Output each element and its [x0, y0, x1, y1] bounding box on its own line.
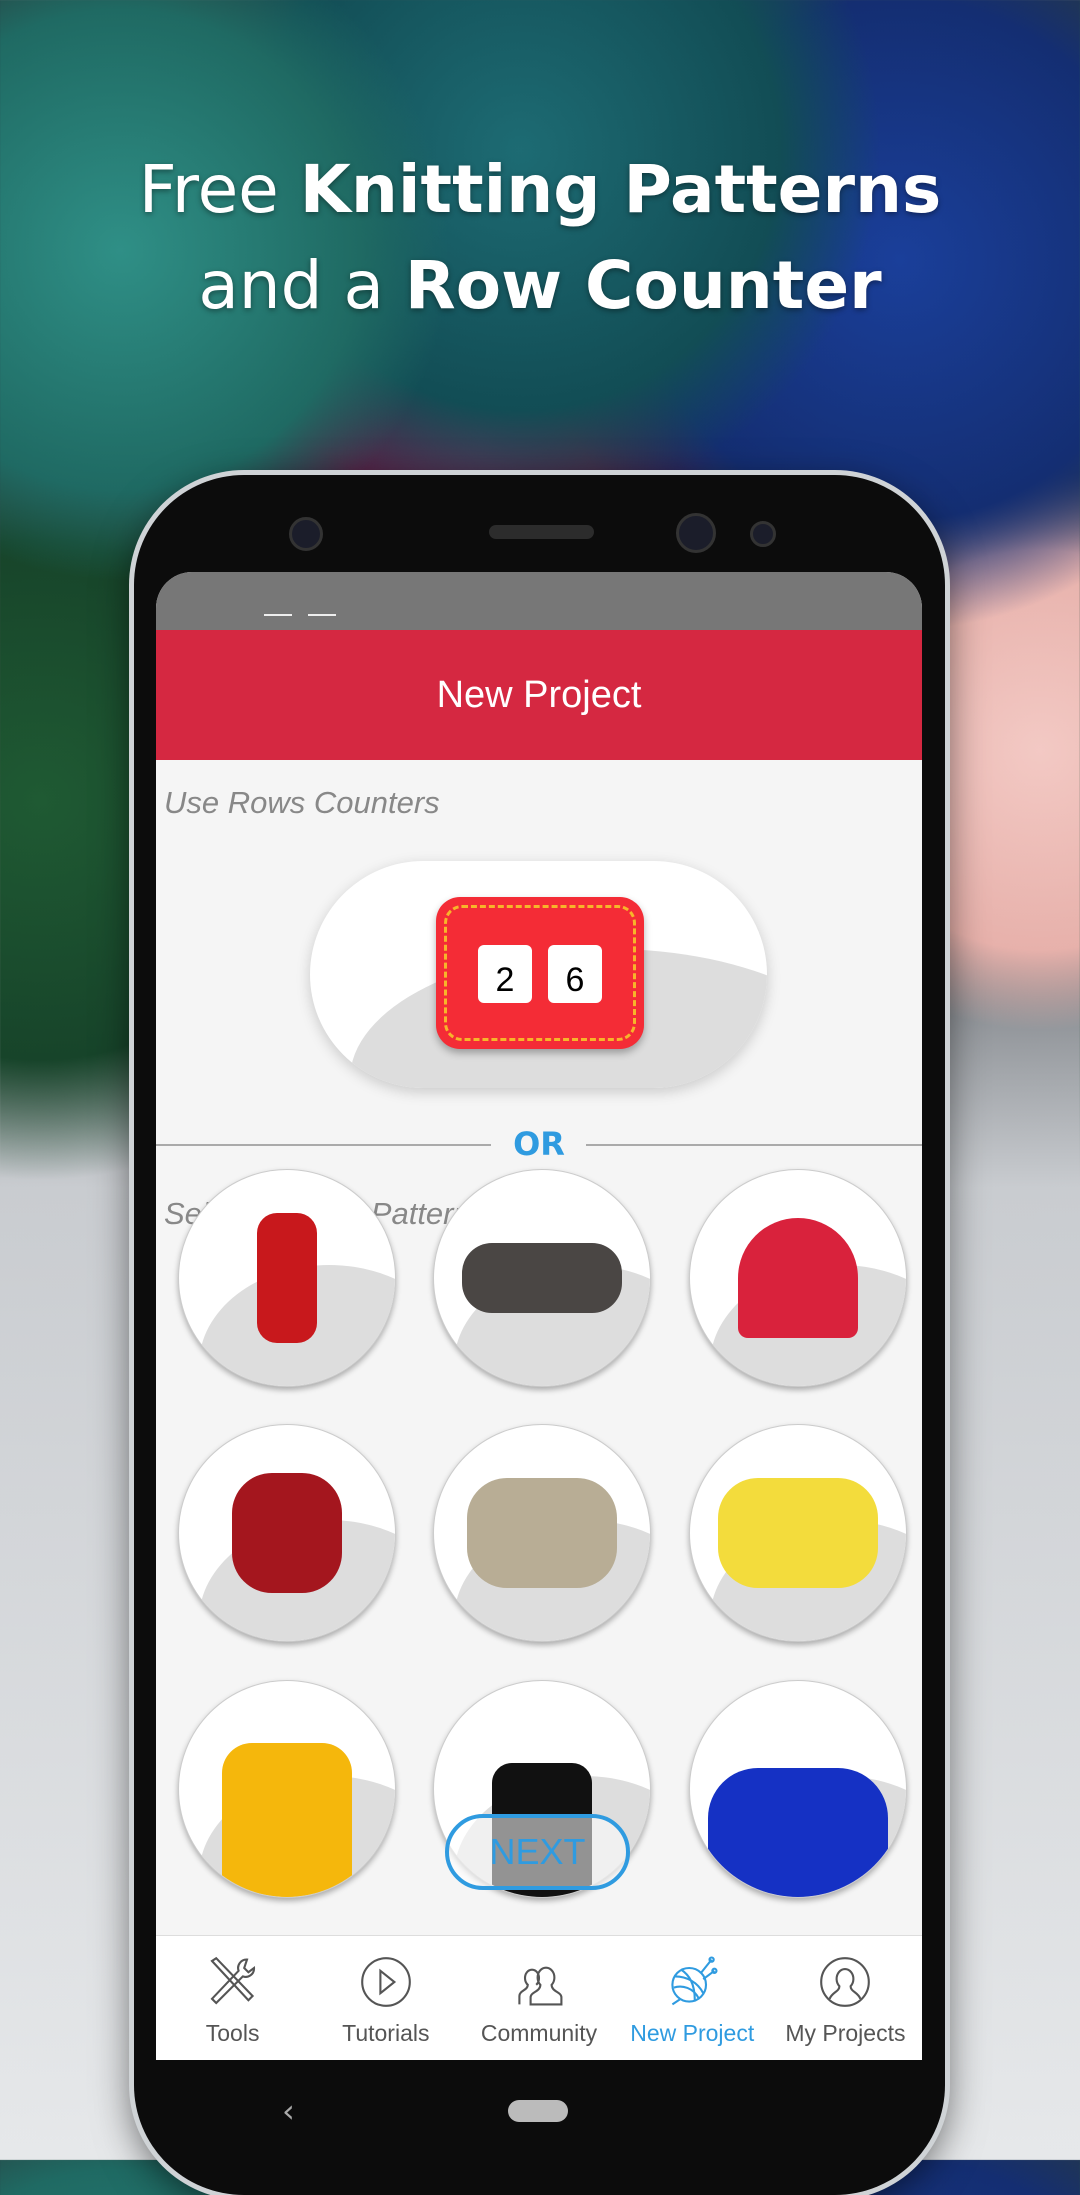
divider — [586, 1144, 922, 1146]
sensor — [676, 513, 716, 553]
basket-image — [718, 1478, 878, 1588]
headband-image — [462, 1243, 622, 1313]
scarf-image — [257, 1213, 317, 1343]
yarn-ball-icon — [671, 1956, 718, 2006]
front-camera — [289, 517, 323, 551]
nav-label: Community — [480, 2020, 598, 2046]
row-counter-icon: 2 6 — [436, 897, 644, 1049]
app-screen: New Project Use Rows Counters 2 6 OR Sel… — [156, 572, 922, 2060]
bottom-nav: Tools Tutorials Community New Project My… — [156, 1935, 922, 2060]
pattern-beanie[interactable] — [689, 1169, 907, 1387]
nav-label: My Projects — [785, 2020, 906, 2046]
nav-my-projects[interactable]: My Projects — [769, 1936, 922, 2060]
tools-icon — [209, 1956, 255, 2005]
status-bar — [156, 572, 922, 630]
neck-warmer-image — [467, 1478, 617, 1588]
back-button[interactable]: ‹ — [282, 2092, 295, 2130]
pattern-scarf[interactable] — [178, 1169, 396, 1387]
page-title: New Project — [436, 673, 642, 716]
next-button[interactable]: NEXT — [445, 1814, 630, 1890]
pattern-yellow-sweater[interactable] — [178, 1680, 396, 1898]
speaker — [489, 525, 594, 539]
nav-tools[interactable]: Tools — [156, 1936, 309, 2060]
nav-label: Tools — [205, 2020, 260, 2046]
home-button[interactable] — [508, 2100, 568, 2122]
play-circle-icon — [360, 1957, 411, 2007]
rows-counter-label: Use Rows Counters — [164, 785, 440, 820]
beanie-image — [738, 1218, 858, 1338]
user-circle-icon — [820, 1957, 871, 2007]
promo-line-1: Free Knitting Patterns — [138, 151, 942, 228]
pattern-basket[interactable] — [689, 1424, 907, 1642]
community-icon — [518, 1966, 563, 2006]
pattern-blue-sweater[interactable] — [689, 1680, 907, 1898]
nav-tutorials[interactable]: Tutorials — [309, 1936, 462, 2060]
app-header: New Project — [156, 630, 922, 760]
mittens-image — [232, 1473, 342, 1593]
yellow-sweater-image — [222, 1743, 352, 1897]
pattern-mittens[interactable] — [178, 1424, 396, 1642]
counter-digit: 6 — [548, 945, 602, 1003]
promo-line-2: and a Row Counter — [198, 247, 882, 324]
blue-sweater-image — [708, 1768, 888, 1897]
sensor-small — [750, 521, 776, 547]
nav-label: Tutorials — [342, 2020, 430, 2046]
pattern-headband[interactable] — [433, 1169, 651, 1387]
nav-community[interactable]: Community — [462, 1936, 615, 2060]
nav-new-project[interactable]: New Project — [616, 1936, 769, 2060]
nav-label: New Project — [630, 2020, 755, 2046]
divider — [156, 1144, 491, 1146]
pattern-neck-warmer[interactable] — [433, 1424, 651, 1642]
counter-digit: 2 — [478, 945, 532, 1003]
or-label: OR — [513, 1125, 565, 1163]
